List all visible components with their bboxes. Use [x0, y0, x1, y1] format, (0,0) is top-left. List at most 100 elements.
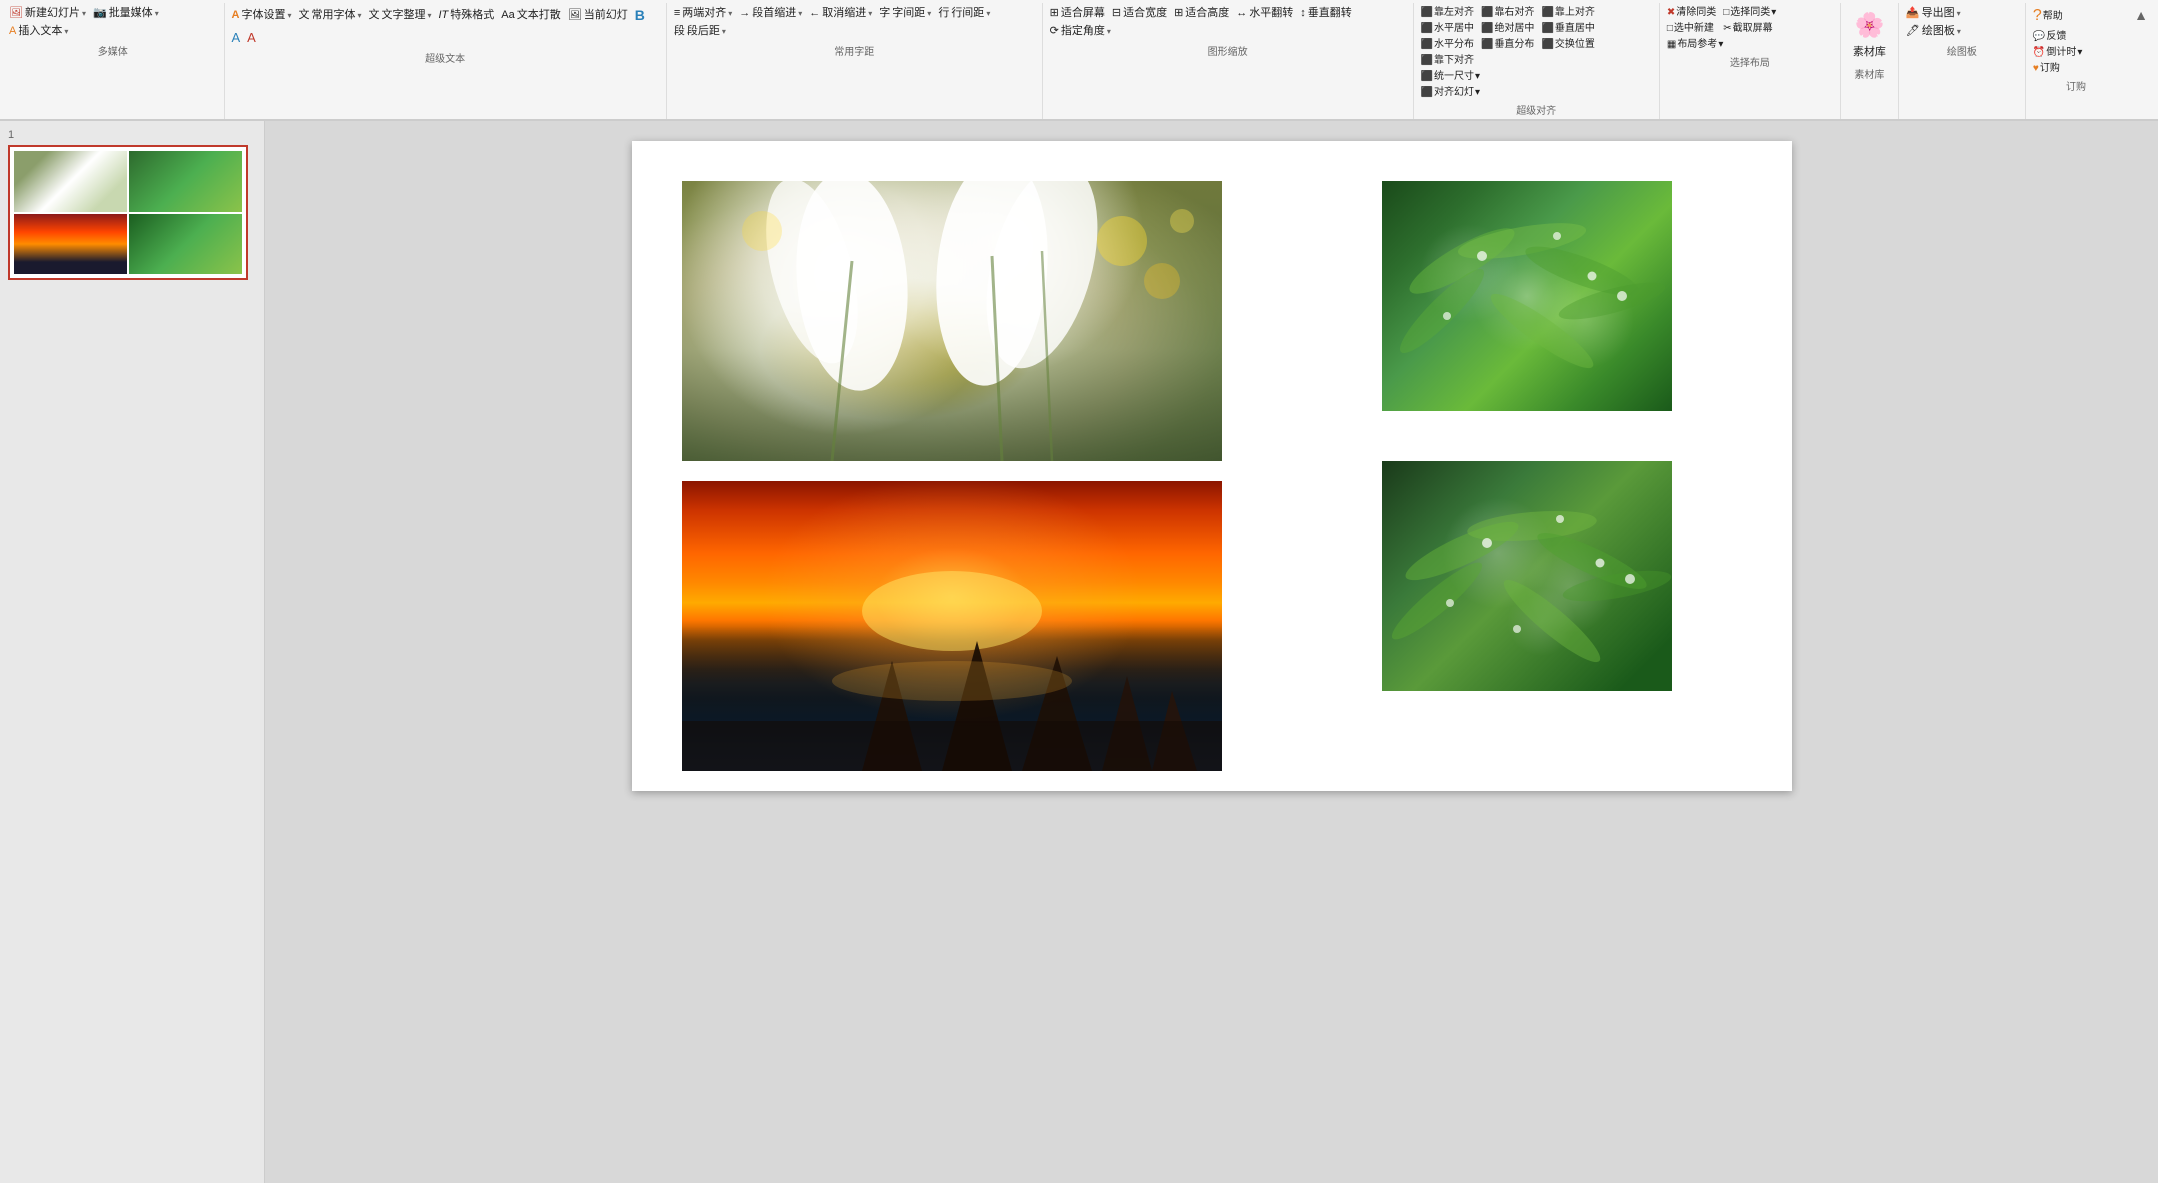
- chevron-down-icon14: ▾: [1475, 70, 1480, 83]
- special-format-button[interactable]: IT 特殊格式: [436, 7, 498, 24]
- align-center-v-button[interactable]: ⬛ 垂直居中: [1538, 21, 1597, 36]
- slide-thumbnail[interactable]: [8, 145, 248, 280]
- font-color-icon: A: [232, 29, 241, 47]
- material-lib-icon: 🌸: [1854, 9, 1884, 43]
- screenshot-label: 截取屏幕: [1733, 22, 1773, 35]
- clear-same-button[interactable]: ✖ 清除同类: [1664, 5, 1719, 20]
- common-font-button[interactable]: 文 常用字体 ▾: [295, 7, 364, 24]
- select-new-button[interactable]: □ 选中新建: [1664, 21, 1719, 36]
- align-top-button[interactable]: ⬛ 靠上对齐: [1538, 5, 1597, 20]
- material-lib-button[interactable]: 🌸 素材库: [1845, 5, 1894, 64]
- align-right-button[interactable]: ⬛ 靠右对齐: [1478, 5, 1537, 20]
- fit-screen-button[interactable]: ⊞ 适合屏幕: [1047, 5, 1108, 22]
- align-left-button[interactable]: ⬛ 靠左对齐: [1418, 5, 1477, 20]
- align-top-label: 靠上对齐: [1555, 6, 1595, 19]
- fit-width-label: 适合宽度: [1123, 6, 1167, 21]
- align-right-label: 靠右对齐: [1494, 6, 1534, 19]
- flip-h-button[interactable]: ↔ 水平翻转: [1233, 5, 1296, 22]
- green2-svg-overlay: [1382, 461, 1672, 691]
- layout-ref-icon: ▦: [1667, 38, 1676, 51]
- align-label: 超级对齐: [1516, 100, 1556, 119]
- align-slide-label: 对齐幻灯: [1434, 86, 1474, 99]
- thumb-flowers: [14, 151, 127, 212]
- dedent-button[interactable]: ← 取消缩进 ▾: [806, 5, 875, 22]
- screenshot-button[interactable]: ✂ 截取屏幕: [1720, 21, 1779, 36]
- help-button[interactable]: ? 帮助: [2030, 5, 2069, 28]
- uniform-size-button[interactable]: ⬛ 统一尺寸 ▾: [1418, 69, 1483, 84]
- drawing-label: 绘图板: [1947, 41, 1977, 60]
- font-color-button[interactable]: A: [229, 28, 244, 48]
- insert-text-label: 插入文本: [18, 24, 62, 39]
- absolute-center-button[interactable]: ⬛ 绝对居中: [1478, 21, 1537, 36]
- select-layout-buttons: ✖ 清除同类 □ 选中新建 □ 选择同类 ▾ ✂: [1664, 5, 1836, 52]
- new-slide-button[interactable]: 🖼 新建幻灯片 ▾: [6, 5, 89, 22]
- swap-position-button[interactable]: ⬛ 交换位置: [1538, 37, 1597, 52]
- drawing-board-icon: 🖊: [1906, 24, 1920, 39]
- align-center-h-button[interactable]: ⬛ 水平居中: [1418, 21, 1477, 36]
- swap-position-icon: ⬛: [1541, 38, 1553, 51]
- new-slide-icon: 🖼: [9, 6, 23, 21]
- dedent-label: 取消缩进: [822, 6, 866, 21]
- chevron-down-icon10: ▾: [927, 8, 931, 19]
- image-green1[interactable]: [1382, 181, 1672, 411]
- current-slide-button[interactable]: 🖼 当前幻灯: [565, 7, 631, 24]
- indent-button[interactable]: → 段首缩进 ▾: [736, 5, 805, 22]
- align-buttons: ⬛ 靠左对齐 ⬛ 水平居中 ⬛ 水平分布 ⬛ 靠右对齐: [1418, 5, 1655, 100]
- flip-v-button[interactable]: ↕ 垂直翻转: [1297, 5, 1355, 22]
- image-green2[interactable]: [1382, 461, 1672, 691]
- image-sunset[interactable]: [682, 481, 1222, 771]
- justify-button[interactable]: ≡ 两端对齐 ▾: [671, 5, 735, 22]
- export-img-button[interactable]: 📤 导出图 ▾: [1903, 5, 1964, 22]
- align-slide-button[interactable]: ⬛ 对齐幻灯 ▾: [1418, 85, 1483, 100]
- para-spacing-icon: 段: [674, 24, 685, 39]
- fit-width-icon: ⊟: [1112, 6, 1121, 21]
- distribute-h-label: 水平分布: [1434, 38, 1474, 51]
- layout-ref-button[interactable]: ▦ 布局参考 ▾: [1664, 37, 1726, 52]
- countdown-button[interactable]: ⏰ 倒计时 ▾: [2030, 45, 2085, 60]
- ribbon-section-select-layout: ✖ 清除同类 □ 选中新建 □ 选择同类 ▾ ✂: [1660, 3, 1841, 119]
- align-bottom-button[interactable]: ⬛ 靠下对齐: [1418, 53, 1483, 68]
- distribute-h-button[interactable]: ⬛ 水平分布: [1418, 37, 1477, 52]
- indent-label: 段首缩进: [752, 6, 796, 21]
- fit-width-button[interactable]: ⊟ 适合宽度: [1109, 5, 1170, 22]
- multimedia-buttons: 🖼 新建幻灯片 ▾ 📷 批量媒体 ▾ A 插入文本 ▾: [6, 5, 220, 41]
- text-arrange-button[interactable]: 文 文字整理 ▾: [365, 7, 434, 24]
- order-buttons: ? 帮助 💬 反馈 ⏰ 倒计时 ▾ ♥: [2030, 5, 2122, 76]
- image-flowers[interactable]: [682, 181, 1222, 461]
- purchase-button[interactable]: ♥ 订购: [2030, 61, 2085, 76]
- chevron-down-icon3: ▾: [64, 26, 68, 37]
- fit-height-icon: ⊞: [1174, 6, 1183, 21]
- feedback-button[interactable]: 💬 反馈: [2030, 29, 2069, 44]
- select-col3: ▦ 布局参考 ▾: [1664, 37, 1726, 52]
- insert-text-button[interactable]: A 插入文本 ▾: [6, 23, 71, 40]
- para-spacing-label: 段后距: [687, 24, 720, 39]
- line-spacing-label: 行间距: [951, 6, 984, 21]
- drawing-buttons: 📤 导出图 ▾ 🖊 绘图板 ▾: [1903, 5, 2021, 41]
- drawing-board-button[interactable]: 🖊 绘图板 ▾: [1903, 23, 1964, 40]
- para-spacing-button[interactable]: 段 段后距 ▾: [671, 23, 729, 40]
- bold-button[interactable]: B: [632, 5, 648, 27]
- line-spacing-button[interactable]: 行 行间距 ▾: [935, 5, 993, 22]
- select-same-button[interactable]: □ 选择同类 ▾: [1720, 5, 1779, 20]
- flowers-svg-overlay: [682, 181, 1222, 461]
- uniform-size-label: 统一尺寸: [1434, 70, 1474, 83]
- batch-media-button[interactable]: 📷 批量媒体 ▾: [90, 5, 162, 22]
- indent-icon: →: [739, 6, 750, 21]
- insert-text-icon: A: [9, 24, 16, 39]
- select-col1: ✖ 清除同类 □ 选中新建: [1664, 5, 1719, 36]
- distribute-v-button[interactable]: ⬛ 垂直分布: [1478, 37, 1537, 52]
- chevron-down-icon5: ▾: [357, 10, 361, 21]
- text-scatter-icon: Aa: [501, 8, 514, 23]
- char-spacing-button[interactable]: 字 字间距 ▾: [876, 5, 934, 22]
- slide-canvas[interactable]: [632, 141, 1792, 791]
- text-scatter-button[interactable]: Aa 文本打散: [498, 7, 563, 24]
- font-size-button[interactable]: A: [244, 28, 259, 48]
- rotate-button[interactable]: ⟳ 指定角度 ▾: [1047, 23, 1114, 40]
- common-font-label: 常用字体: [311, 8, 355, 23]
- font-settings-button[interactable]: A 字体设置 ▾: [229, 7, 295, 24]
- absolute-center-label: 绝对居中: [1494, 22, 1534, 35]
- collapse-ribbon-button[interactable]: ▲: [2126, 3, 2156, 119]
- distribute-v-icon: ⬛: [1481, 38, 1493, 51]
- fit-height-button[interactable]: ⊞ 适合高度: [1171, 5, 1232, 22]
- justify-icon: ≡: [674, 6, 680, 21]
